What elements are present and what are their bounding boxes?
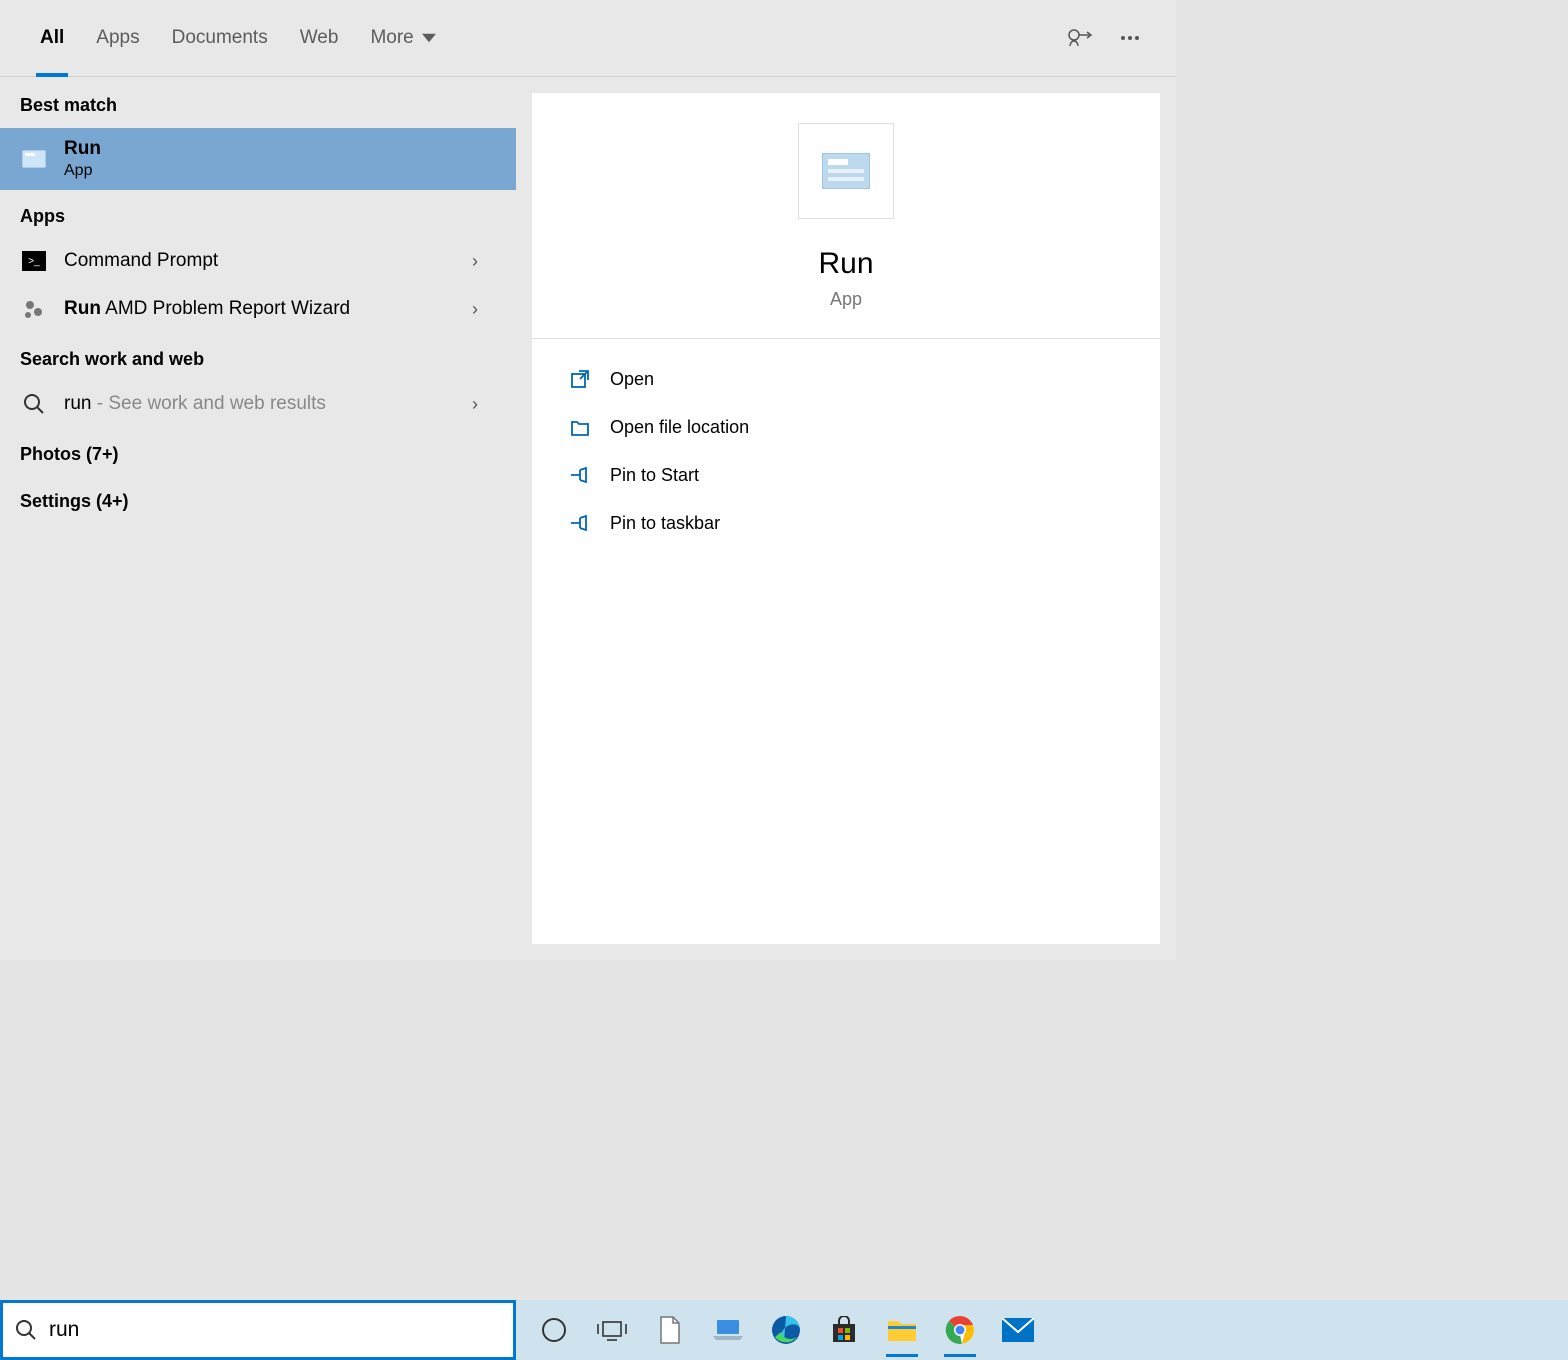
result-title: Run: [64, 138, 496, 160]
action-pin-to-taskbar[interactable]: Pin to taskbar: [532, 499, 1160, 547]
folder-icon: [568, 415, 592, 439]
result-command-prompt[interactable]: >_ Command Prompt ›: [0, 237, 516, 285]
section-settings[interactable]: Settings (4+): [0, 475, 516, 522]
chevron-right-icon: ›: [472, 299, 496, 320]
pin-icon: [568, 463, 592, 487]
section-best-match: Best match: [0, 77, 516, 128]
tab-more[interactable]: More: [354, 0, 451, 77]
tab-documents[interactable]: Documents: [156, 0, 284, 77]
tab-web[interactable]: Web: [284, 0, 355, 77]
taskbar-chrome-icon[interactable]: [940, 1310, 980, 1350]
result-web-search[interactable]: run - See work and web results ›: [0, 380, 516, 428]
result-best-match[interactable]: Run App: [0, 128, 516, 190]
run-app-icon: [20, 145, 48, 173]
run-app-large-icon: [798, 123, 894, 219]
section-search-web: Search work and web: [0, 333, 516, 380]
search-input[interactable]: [49, 1318, 501, 1342]
action-pin-to-start[interactable]: Pin to Start: [532, 451, 1160, 499]
filter-tabs: All Apps Documents Web More: [0, 0, 1176, 77]
tab-apps[interactable]: Apps: [80, 0, 155, 77]
taskbar-cortana-icon[interactable]: [534, 1310, 574, 1350]
taskbar-document-icon[interactable]: [650, 1310, 690, 1350]
section-apps: Apps: [0, 190, 516, 237]
taskbar-laptop-icon[interactable]: [708, 1310, 748, 1350]
taskbar: [516, 1300, 1568, 1360]
result-title: run - See work and web results: [64, 393, 472, 415]
open-icon: [568, 367, 592, 391]
action-open[interactable]: Open: [532, 355, 1160, 403]
detail-title: Run: [818, 247, 873, 281]
taskbar-mail-icon[interactable]: [998, 1310, 1038, 1350]
feedback-icon[interactable]: [1058, 16, 1102, 60]
chevron-down-icon: [422, 33, 436, 43]
search-icon: [15, 1319, 37, 1341]
results-pane: Best match Run App Apps >_ Command Promp…: [0, 77, 516, 960]
detail-subtitle: App: [830, 289, 862, 310]
gears-icon: [20, 295, 48, 323]
taskbar-taskview-icon[interactable]: [592, 1310, 632, 1350]
taskbar-store-icon[interactable]: [824, 1310, 864, 1350]
detail-pane: Run App Open Open file location: [532, 93, 1160, 944]
taskbar-explorer-icon[interactable]: [882, 1310, 922, 1350]
taskbar-edge-icon[interactable]: [766, 1310, 806, 1350]
chevron-right-icon: ›: [472, 394, 496, 415]
options-icon[interactable]: [1108, 16, 1152, 60]
tab-all[interactable]: All: [24, 0, 80, 77]
section-photos[interactable]: Photos (7+): [0, 428, 516, 475]
windows-search-panel: All Apps Documents Web More Best match: [0, 0, 1176, 960]
search-input-box[interactable]: [0, 1300, 516, 1360]
detail-pane-wrapper: Run App Open Open file location: [516, 77, 1176, 960]
result-title: Command Prompt: [64, 250, 472, 272]
result-subtitle: App: [64, 162, 496, 180]
command-prompt-icon: >_: [20, 247, 48, 275]
result-amd-wizard[interactable]: Run AMD Problem Report Wizard ›: [0, 285, 516, 333]
chevron-right-icon: ›: [472, 251, 496, 272]
pin-icon: [568, 511, 592, 535]
action-open-file-location[interactable]: Open file location: [532, 403, 1160, 451]
result-title: Run AMD Problem Report Wizard: [64, 298, 472, 320]
search-icon: [20, 390, 48, 418]
